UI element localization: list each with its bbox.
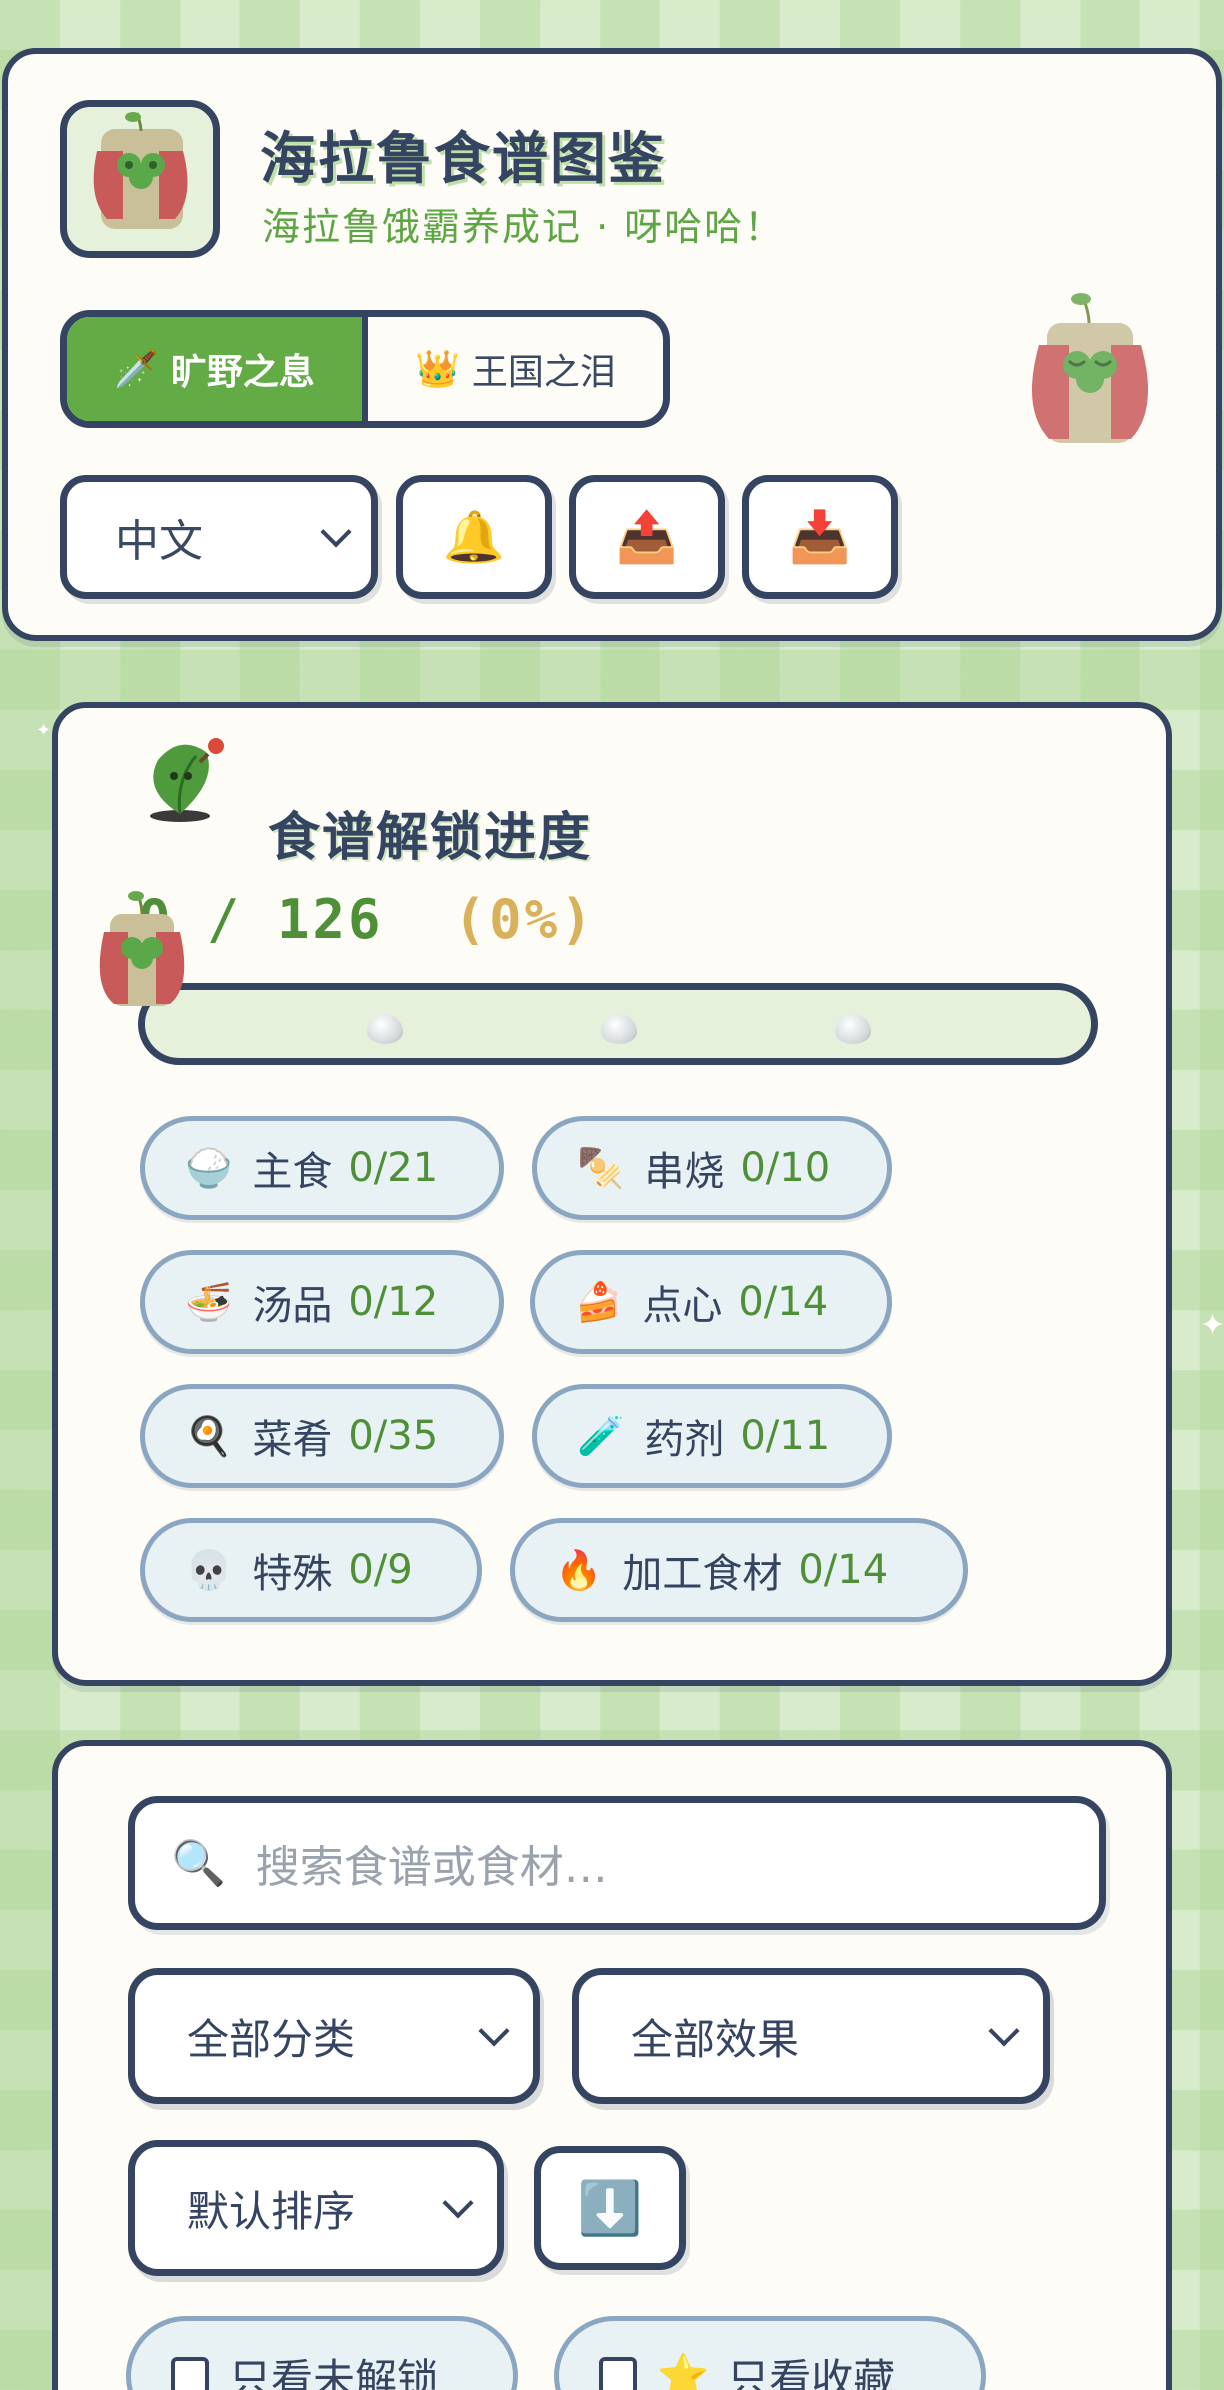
tab-label: 王国之泪 [471,352,616,393]
import-button[interactable]: 📥 [742,475,898,599]
app-subtitle: 海拉鲁饿霸养成记 · 呀哈哈！ [262,205,785,249]
korok-mascot-icon [1031,293,1149,443]
sparkle-icon: ✦ [1200,1308,1224,1343]
chip-count: 0/11 [740,1413,831,1459]
korok-progress-marker-icon [99,891,185,1006]
chip-label: 主食 [252,1149,333,1195]
chevron-down-icon [442,2187,474,2219]
chevron-down-icon [320,516,352,548]
fire-icon: 🔥 [555,1547,603,1592]
total-count: 126 [277,888,384,951]
chip-label: 菜肴 [252,1417,333,1463]
game-toggle: 🗡️ 旷野之息 👑 王国之泪 [60,310,670,428]
category-chip-soup[interactable]: 🍜 汤品 0/12 [140,1250,504,1354]
droplet-icon [835,1014,871,1044]
effect-select[interactable]: 全部效果 [572,1968,1050,2104]
app-title: 海拉鲁食谱图鉴 [260,127,666,192]
korok-leaf-icon [150,738,224,822]
bell-icon: 🔔 [442,507,506,566]
language-select[interactable]: 中文 [60,475,378,599]
frying-pan-icon: 🍳 [185,1413,233,1458]
tab-tears-of-the-kingdom[interactable]: 👑 王国之泪 [368,317,663,421]
search-icon: 🔍 [171,1838,226,1889]
noodle-bowl-icon: 🍜 [185,1279,233,1324]
chip-label: 串烧 [644,1149,725,1195]
checkbox[interactable] [171,2357,209,2390]
chevron-down-icon [478,2015,510,2047]
notification-button[interactable]: 🔔 [396,475,552,599]
droplet-icon [367,1014,403,1044]
checkbox[interactable] [599,2357,637,2390]
export-button[interactable]: 📤 [569,475,725,599]
category-chip-special[interactable]: 💀 特殊 0/9 [140,1518,482,1622]
category-chip-dish[interactable]: 🍳 菜肴 0/35 [140,1384,504,1488]
chip-count: 0/21 [348,1145,439,1191]
star-icon: ⭐ [657,2351,710,2390]
chip-count: 0/10 [740,1145,831,1191]
tab-breath-of-the-wild[interactable]: 🗡️ 旷野之息 [67,317,368,421]
category-chip-dessert[interactable]: 🍰 点心 0/14 [530,1250,892,1354]
sword-icon: 🗡️ [114,349,159,390]
chip-count: 0/14 [798,1547,889,1593]
sort-select[interactable]: 默认排序 [128,2140,504,2276]
category-select[interactable]: 全部分类 [128,1968,540,2104]
language-value: 中文 [115,516,203,567]
chip-label: 汤品 [252,1283,333,1329]
category-chip-skewer[interactable]: 🍢 串烧 0/10 [532,1116,892,1220]
chip-label: 加工食材 [622,1551,783,1597]
korok-icon [93,112,188,229]
chip-label: 点心 [642,1283,723,1329]
chevron-down-icon [988,2015,1020,2047]
category-chip-processed[interactable]: 🔥 加工食材 0/14 [510,1518,968,1622]
arrow-down-icon: ⬇️ [577,2178,643,2239]
chip-count: 0/14 [738,1279,829,1325]
chip-count: 0/12 [348,1279,439,1325]
tab-label: 旷野之息 [170,352,315,393]
droplet-icon [601,1014,637,1044]
skull-icon: 💀 [185,1547,233,1592]
effect-select-value: 全部效果 [631,2014,800,2064]
chip-count: 0/35 [348,1413,439,1459]
cake-icon: 🍰 [575,1279,623,1324]
sort-select-value: 默认排序 [187,2186,356,2236]
export-icon: 📤 [615,507,679,566]
only-favorites-toggle[interactable]: ⭐ 只看收藏 [554,2316,986,2390]
sort-direction-button[interactable]: ⬇️ [534,2146,686,2270]
crown-icon: 👑 [415,349,460,390]
category-chip-elixir[interactable]: 🧪 药剂 0/11 [532,1384,892,1488]
progress-bar [138,983,1098,1065]
filter-card: 🔍 搜索食谱或食材… 全部分类 全部效果 默认排序 ⬇️ 只看未解锁 ⭐ 只看收… [52,1740,1172,2390]
chip-count: 0/9 [348,1547,413,1593]
progress-card: 食谱解锁进度 0/126(0%) 🍚 主食 0/21 🍢 串烧 0/10 🍜 [52,702,1172,1686]
search-placeholder: 搜索食谱或食材… [255,1842,608,1893]
only-locked-label: 只看未解锁 [229,2354,440,2390]
progress-percent: (0%) [453,888,596,951]
import-icon: 📥 [788,507,852,566]
search-input[interactable]: 🔍 搜索食谱或食材… [128,1796,1106,1930]
category-chip-staple[interactable]: 🍚 主食 0/21 [140,1116,504,1220]
sparkle-icon: ✦ [36,720,52,741]
test-tube-icon: 🧪 [577,1413,625,1458]
chip-label: 药剂 [644,1417,725,1463]
chip-label: 特殊 [252,1551,333,1597]
skewer-icon: 🍢 [577,1145,625,1190]
rice-icon: 🍚 [185,1145,233,1190]
progress-title: 食谱解锁进度 [268,808,593,868]
category-select-value: 全部分类 [187,2014,356,2064]
only-locked-toggle[interactable]: 只看未解锁 [126,2316,518,2390]
app-logo [60,100,220,258]
only-favorites-label: 只看收藏 [727,2354,896,2390]
header-card: 海拉鲁食谱图鉴 海拉鲁饿霸养成记 · 呀哈哈！ 🗡️ 旷野之息 👑 王国之泪 中… [2,48,1222,641]
progress-count: 0/126(0%) [138,888,596,951]
count-separator: / [207,888,244,951]
